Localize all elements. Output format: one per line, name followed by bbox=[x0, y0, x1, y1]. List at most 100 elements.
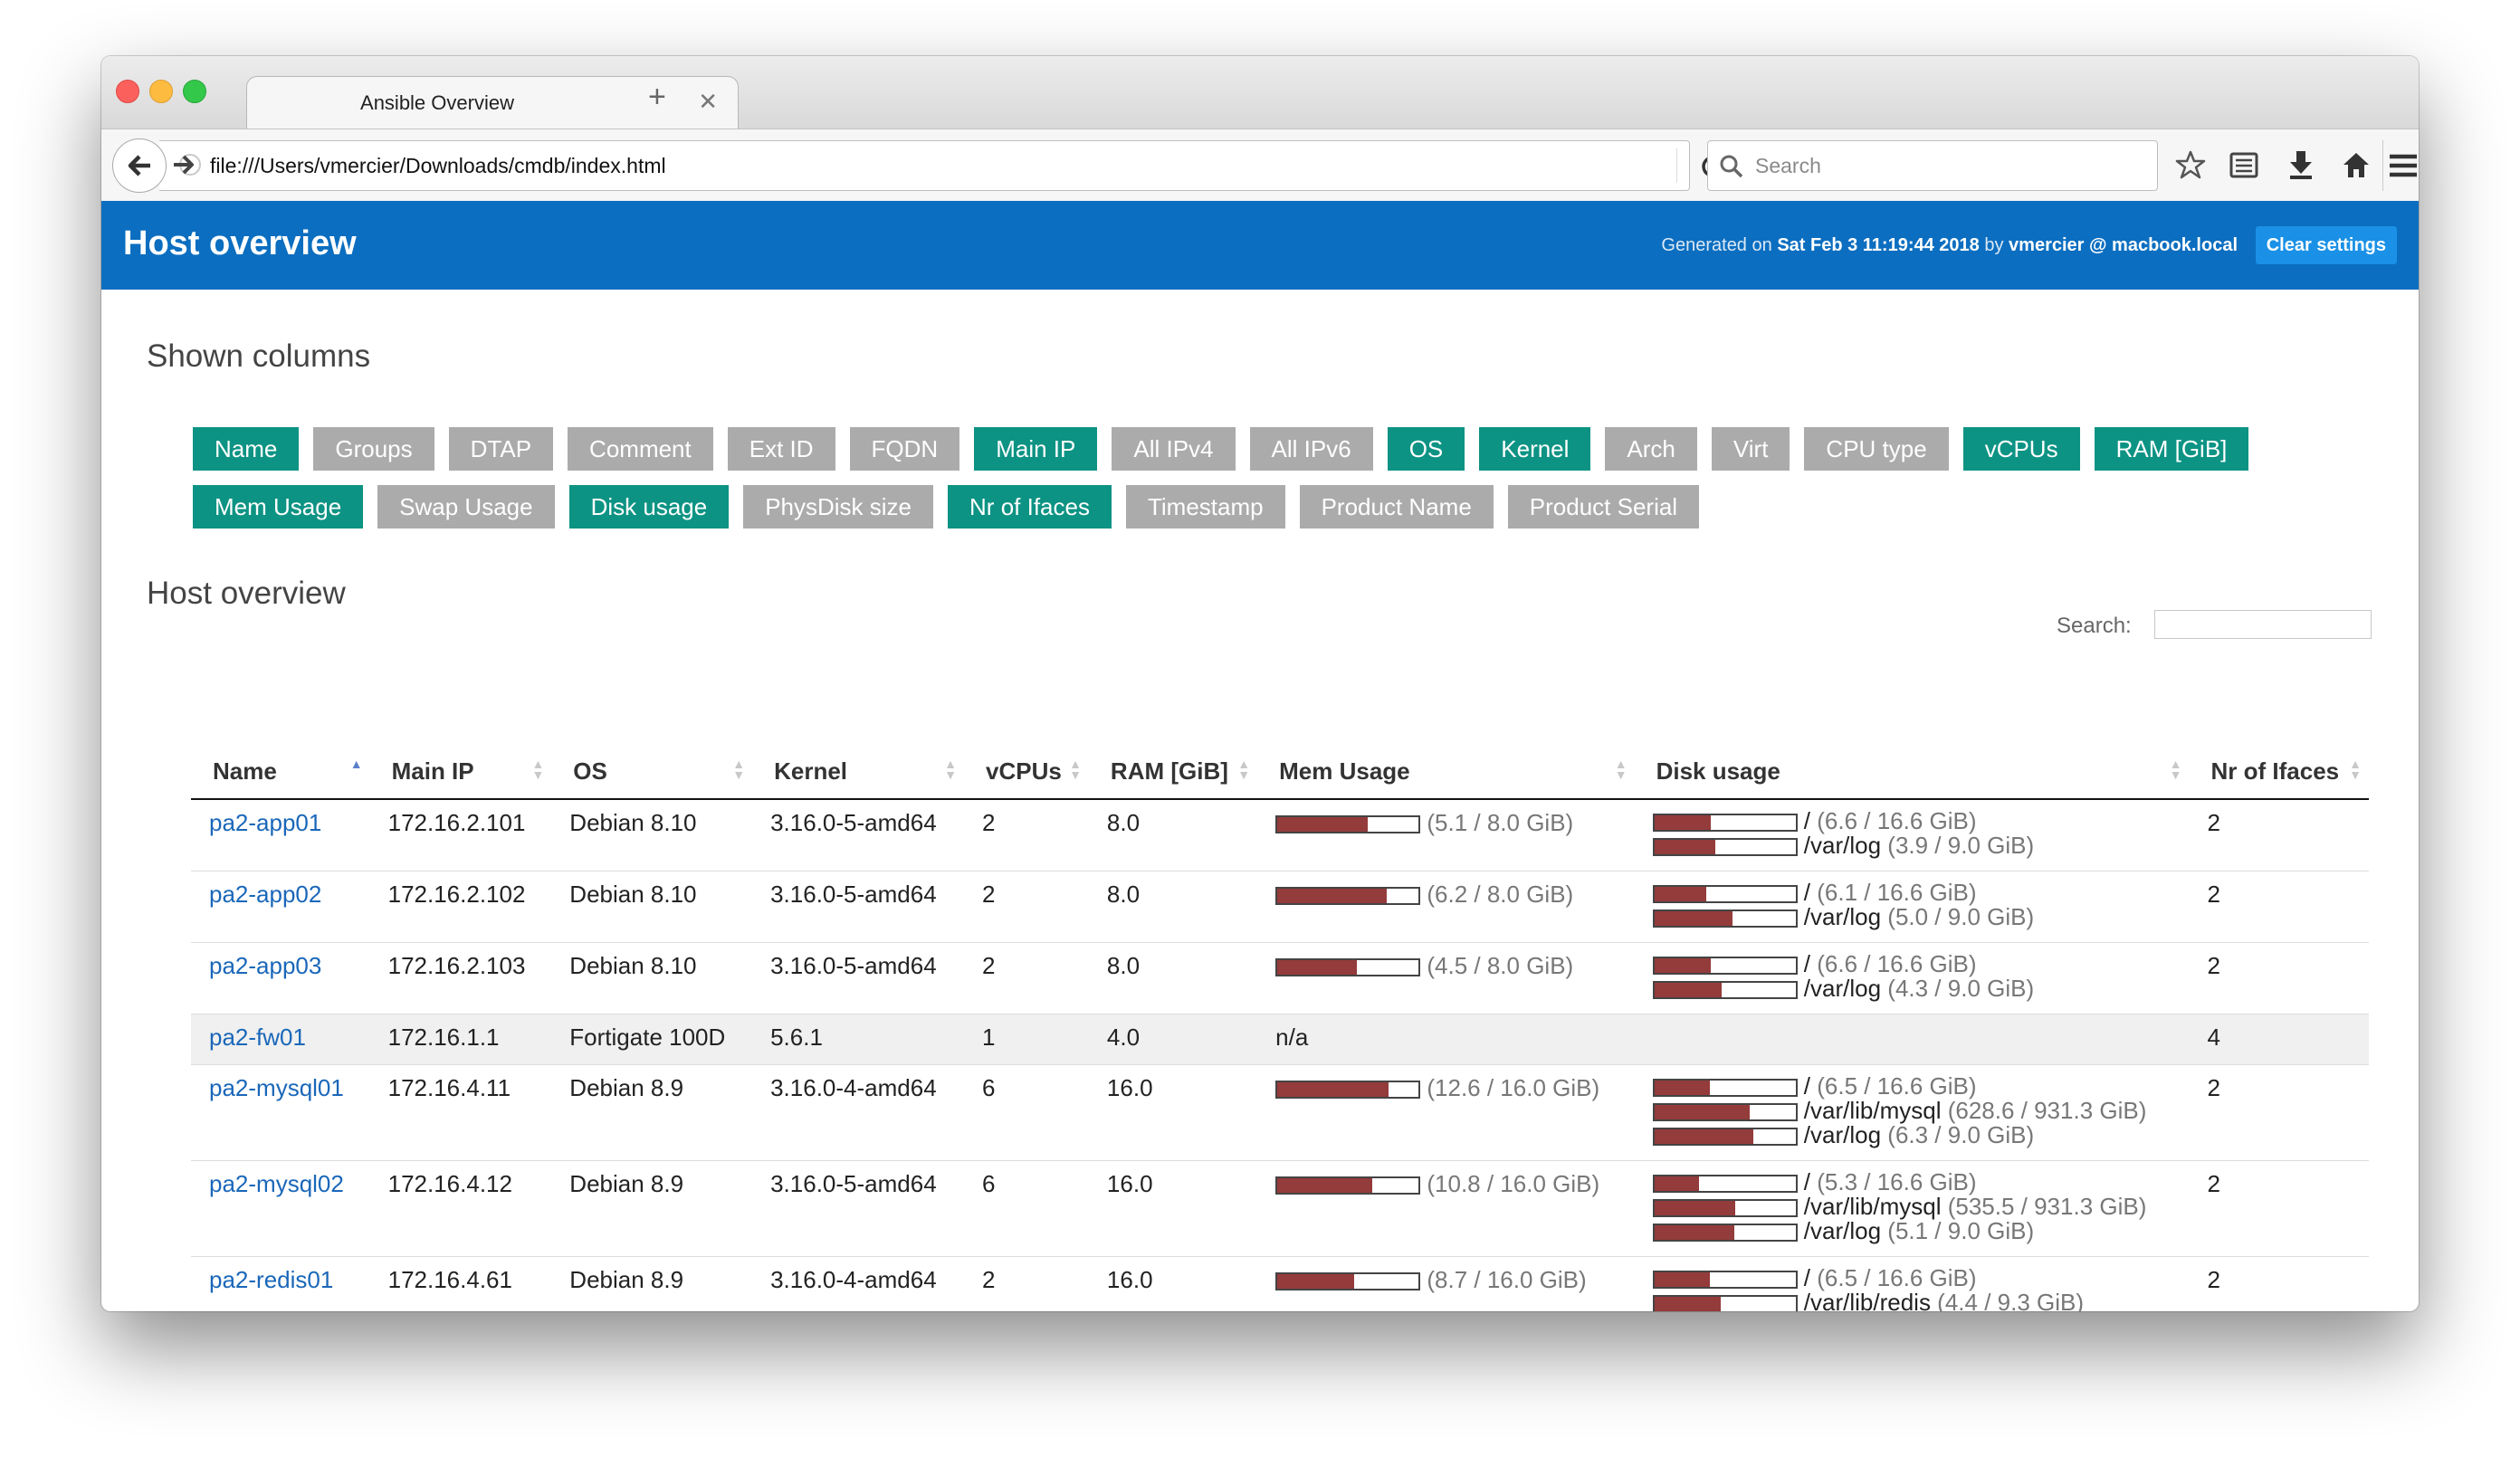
host-link[interactable]: pa2-redis01 bbox=[209, 1266, 333, 1293]
cell-name: pa2-redis01 bbox=[191, 1256, 370, 1311]
cell-os: Fortigate 100D bbox=[551, 1014, 753, 1065]
host-link[interactable]: pa2-fw01 bbox=[209, 1024, 306, 1051]
column-toggle-vcpus[interactable]: vCPUs bbox=[1962, 427, 2080, 471]
table-row: pa2-mysql01 172.16.4.11 Debian 8.9 3.16.0-4… bbox=[191, 1064, 2369, 1161]
column-toggle-name[interactable]: Name bbox=[193, 427, 300, 471]
cell-kernel: 3.16.0-5-amd64 bbox=[752, 871, 964, 943]
disk-mount: /var/log bbox=[1797, 832, 1882, 859]
cell-mem-usage: (5.1 / 8.0 GiB) bbox=[1257, 798, 1635, 871]
host-link[interactable]: pa2-app01 bbox=[209, 809, 321, 836]
column-toggle-os[interactable]: OS bbox=[1387, 427, 1465, 471]
sort-icon: ▲ ▼ bbox=[2169, 757, 2182, 782]
column-toggle-all-ipv4[interactable]: All IPv4 bbox=[1112, 427, 1236, 471]
usage-bar bbox=[1275, 815, 1421, 833]
column-toggle-mem-usage[interactable]: Mem Usage bbox=[193, 485, 364, 529]
column-toggle-timestamp[interactable]: Timestamp bbox=[1125, 485, 1285, 529]
host-link[interactable]: pa2-app03 bbox=[209, 952, 321, 979]
usage-bar-fill bbox=[1654, 1272, 1710, 1287]
usage-bar-fill bbox=[1654, 983, 1723, 997]
column-header-mem-usage[interactable]: Mem Usage ▲ ▼ bbox=[1257, 744, 1635, 800]
column-toggle-comment[interactable]: Comment bbox=[568, 427, 713, 471]
column-toggle-nr-of-ifaces[interactable]: Nr of Ifaces bbox=[948, 485, 1112, 529]
tab-close-icon[interactable]: ✕ bbox=[698, 88, 718, 116]
host-link[interactable]: pa2-app02 bbox=[209, 881, 321, 908]
usage-bar bbox=[1275, 958, 1421, 976]
column-header-main-ip[interactable]: Main IP ▲ ▼ bbox=[369, 744, 552, 800]
url-bar[interactable]: file:///Users/vmercier/Downloads/cmdb/in… bbox=[159, 140, 1723, 191]
column-toggle-disk-usage[interactable]: Disk usage bbox=[568, 485, 730, 529]
host-link[interactable]: pa2-mysql01 bbox=[209, 1074, 344, 1101]
url-text[interactable]: file:///Users/vmercier/Downloads/cmdb/in… bbox=[210, 154, 666, 178]
column-header-vcpus[interactable]: vCPUs ▲ ▼ bbox=[964, 744, 1089, 800]
column-header-label: RAM [GiB] bbox=[1110, 757, 1228, 785]
disk-usage-text: (5.1 / 9.0 GiB) bbox=[1881, 1217, 2035, 1244]
reading-list-icon[interactable] bbox=[2229, 149, 2259, 180]
host-table: Name ▲ Main IP ▲ ▼ OS ▲ ▼ Kernel ▲ ▼ vCPUs ▲ ▼ RAM… bbox=[191, 744, 2369, 1311]
usage-bar bbox=[1275, 1272, 1421, 1290]
disk-usage-line: /var/log (3.9 / 9.0 GiB) bbox=[1652, 832, 2172, 859]
column-toggle-all-ipv6[interactable]: All IPv6 bbox=[1249, 427, 1373, 471]
disk-usage-text: (4.3 / 9.0 GiB) bbox=[1881, 975, 2035, 1002]
column-toggle-fqdn[interactable]: FQDN bbox=[849, 427, 960, 471]
column-toggle-product-name[interactable]: Product Name bbox=[1299, 485, 1494, 529]
cell-disk-usage: / (6.1 / 16.6 GiB) /var/log (5.0 / 9.0 G… bbox=[1634, 871, 2190, 943]
column-toggle-main-ip[interactable]: Main IP bbox=[974, 427, 1098, 471]
column-toggle-ext-id[interactable]: Ext ID bbox=[727, 427, 835, 471]
table-row: pa2-fw01 172.16.1.1 Fortigate 100D 5.6.1 1 4.… bbox=[191, 1014, 2369, 1065]
clear-settings-button[interactable]: Clear settings bbox=[2255, 226, 2397, 264]
new-tab-icon[interactable]: + bbox=[648, 80, 666, 115]
disk-mount: /var/log bbox=[1797, 975, 1882, 1002]
column-toggle-dtap[interactable]: DTAP bbox=[448, 427, 554, 471]
column-header-os[interactable]: OS ▲ ▼ bbox=[551, 744, 753, 800]
usage-bar bbox=[1652, 1224, 1798, 1242]
download-icon[interactable] bbox=[2286, 149, 2315, 180]
cell-name: pa2-fw01 bbox=[191, 1014, 370, 1065]
disk-usage-line: /var/log (4.3 / 9.0 GiB) bbox=[1652, 975, 2172, 1002]
disk-usage-line: /var/lib/mysql (628.6 / 931.3 GiB) bbox=[1652, 1099, 2172, 1123]
home-icon[interactable] bbox=[2341, 149, 2372, 180]
usage-bar bbox=[1652, 909, 1798, 928]
usage-bar-fill bbox=[1654, 1105, 1750, 1119]
column-toggle-arch[interactable]: Arch bbox=[1605, 427, 1697, 471]
cell-disk-usage: / (5.3 / 16.6 GiB) /var/lib/mysql (535.5… bbox=[1634, 1160, 2190, 1257]
disk-usage-line: /var/log (5.1 / 9.0 GiB) bbox=[1652, 1217, 2172, 1244]
column-toggle-product-serial[interactable]: Product Serial bbox=[1507, 485, 1700, 529]
table-search-input[interactable] bbox=[2154, 610, 2372, 639]
usage-bar-fill bbox=[1277, 1178, 1373, 1193]
usage-bar bbox=[1652, 981, 1798, 999]
table-row: pa2-redis01 172.16.4.61 Debian 8.9 3.16.0-4… bbox=[191, 1256, 2369, 1311]
sort-icon: ▲ ▼ bbox=[1614, 757, 1628, 782]
cell-vcpus: 2 bbox=[964, 1256, 1089, 1311]
column-toggle-cpu-type[interactable]: CPU type bbox=[1804, 427, 1949, 471]
cell-name: pa2-app01 bbox=[191, 798, 370, 871]
disk-usage-line: / (5.3 / 16.6 GiB) bbox=[1652, 1170, 2172, 1195]
column-header-ram-gib[interactable]: RAM [GiB] ▲ ▼ bbox=[1088, 744, 1258, 800]
column-header-name[interactable]: Name ▲ bbox=[191, 744, 370, 800]
forward-arrow-icon[interactable] bbox=[170, 151, 197, 178]
cell-vcpus: 2 bbox=[964, 871, 1089, 943]
zoom-window-button[interactable] bbox=[183, 80, 206, 103]
table-row: pa2-app01 172.16.2.101 Debian 8.10 3.16.0-5… bbox=[191, 798, 2369, 871]
column-toggle-swap-usage[interactable]: Swap Usage bbox=[377, 485, 555, 529]
cell-mem-usage: (6.2 / 8.0 GiB) bbox=[1257, 871, 1635, 943]
column-toggle-virt[interactable]: Virt bbox=[1711, 427, 1790, 471]
column-header-disk-usage[interactable]: Disk usage ▲ ▼ bbox=[1634, 744, 2190, 800]
hamburger-menu-icon[interactable] bbox=[2390, 153, 2417, 178]
search-bar[interactable]: Search bbox=[1707, 140, 2158, 191]
mem-usage-text: (4.5 / 8.0 GiB) bbox=[1420, 952, 1574, 979]
column-toggle-kernel[interactable]: Kernel bbox=[1479, 427, 1591, 471]
minimize-window-button[interactable] bbox=[149, 80, 173, 103]
column-header-kernel[interactable]: Kernel ▲ ▼ bbox=[752, 744, 964, 800]
close-window-button[interactable] bbox=[116, 80, 139, 103]
disk-usage-line: /var/log (5.0 / 9.0 GiB) bbox=[1652, 905, 2172, 929]
column-toggle-ram-gib[interactable]: RAM [GiB] bbox=[2094, 427, 2249, 471]
back-button[interactable] bbox=[112, 138, 167, 193]
column-toggle-groups[interactable]: Groups bbox=[313, 427, 434, 471]
cell-ram: 8.0 bbox=[1088, 942, 1258, 1014]
bookmark-star-icon[interactable] bbox=[2174, 149, 2207, 182]
column-header-nr-of-ifaces[interactable]: Nr of Ifaces ▲ ▼ bbox=[2189, 744, 2369, 800]
host-link[interactable]: pa2-mysql02 bbox=[209, 1170, 344, 1197]
cell-kernel: 5.6.1 bbox=[752, 1014, 964, 1065]
column-toggle-physdisk-size[interactable]: PhysDisk size bbox=[743, 485, 934, 529]
disk-mount: /var/log bbox=[1797, 1121, 1882, 1148]
